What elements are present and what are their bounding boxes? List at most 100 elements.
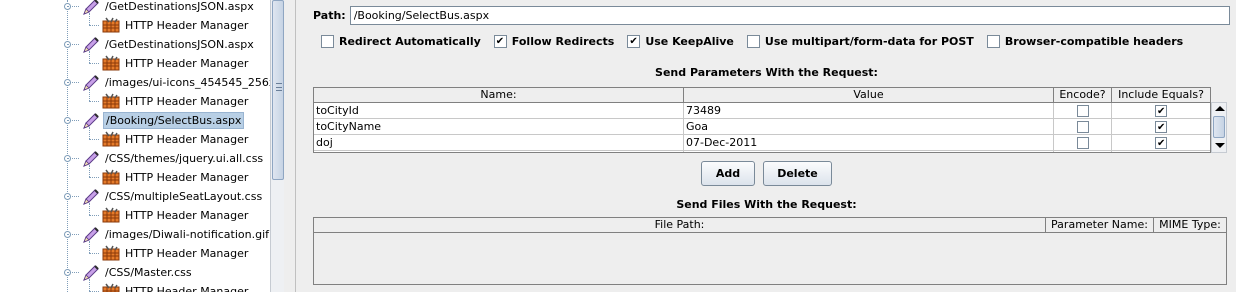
- request-options: Redirect Automatically Follow Redirects …: [321, 35, 1196, 48]
- tree-node-label: /CSS/themes/jquery.ui.all.css: [105, 152, 264, 165]
- browser-compatible-headers-checkbox[interactable]: [986, 35, 1000, 48]
- tree-node-http-request[interactable]: /CSS/multipleSeatLayout.css: [81, 187, 264, 206]
- tree-scrollbar[interactable]: [270, 0, 284, 292]
- sampler-pen-icon: [81, 35, 101, 54]
- scroll-grip-icon: [276, 83, 282, 91]
- tree-guide-line: [89, 51, 90, 63]
- header-manager-icon: [101, 54, 121, 73]
- parameters-scrollbar[interactable]: [1211, 102, 1227, 153]
- tree-node-label: HTTP Header Manager: [125, 133, 249, 146]
- include-equals-checkbox[interactable]: [1155, 120, 1167, 133]
- tree-guide-line: [89, 89, 90, 101]
- table-row[interactable]: [314, 151, 1210, 152]
- delete-button[interactable]: Delete: [763, 161, 832, 186]
- tree-guide-line: [89, 127, 90, 139]
- files-section-title: Send Files With the Request:: [676, 198, 857, 211]
- sampler-pen-icon: [81, 149, 101, 168]
- tree-guide-line: [89, 241, 90, 253]
- use-keepalive-checkbox[interactable]: [627, 35, 641, 48]
- param-encode-cell[interactable]: [1054, 103, 1112, 118]
- pane-splitter[interactable]: [284, 0, 296, 292]
- param-value-cell[interactable]: Goa: [684, 119, 1054, 134]
- sampler-pen-icon: [81, 225, 101, 244]
- files-table-header: File Path: Parameter Name: MIME Type:: [314, 218, 1226, 233]
- tree-connector: [67, 272, 79, 273]
- tree-node-header-manager[interactable]: HTTP Header Manager: [101, 54, 250, 73]
- param-include-equals-cell[interactable]: [1112, 103, 1210, 118]
- column-header-file-path[interactable]: File Path:: [314, 218, 1046, 232]
- tree-node-http-request[interactable]: /images/Diwali-notification.gif: [81, 225, 270, 244]
- use-keepalive-label: Use KeepAlive: [645, 35, 734, 48]
- tree-node-http-request[interactable]: /images/ui-icons_454545_256x240: [81, 73, 270, 92]
- tree-node-header-manager[interactable]: HTTP Header Manager: [101, 16, 250, 35]
- param-include-equals-cell[interactable]: [1112, 119, 1210, 134]
- tree-connector: [67, 158, 79, 159]
- column-header-include-equals[interactable]: Include Equals?: [1112, 88, 1210, 102]
- param-value-cell[interactable]: 07-Dec-2011: [684, 135, 1054, 150]
- follow-redirects-checkbox[interactable]: [493, 35, 507, 48]
- table-row[interactable]: doj 07-Dec-2011: [314, 135, 1210, 151]
- tree-node-http-request[interactable]: /Booking/SelectBus.aspx: [81, 111, 245, 130]
- path-input[interactable]: [349, 6, 1230, 25]
- tree-scrollbar-thumb[interactable]: [272, 0, 284, 180]
- scroll-up-arrow-icon[interactable]: [1215, 106, 1225, 111]
- header-manager-icon: [101, 92, 121, 111]
- parameters-table: Name: Value Encode? Include Equals? toCi…: [313, 87, 1211, 153]
- param-name-cell[interactable]: toCityId: [314, 103, 684, 118]
- tree-node-label: HTTP Header Manager: [125, 57, 249, 70]
- use-multipart-checkbox[interactable]: [746, 35, 760, 48]
- param-name-cell[interactable]: doj: [314, 135, 684, 150]
- tree-connector: [67, 6, 79, 7]
- tree-connector: [67, 82, 79, 83]
- column-header-encode[interactable]: Encode?: [1054, 88, 1112, 102]
- encode-checkbox[interactable]: [1076, 120, 1089, 133]
- column-header-name[interactable]: Name:: [314, 88, 684, 102]
- table-row[interactable]: toCityId 73489: [314, 103, 1210, 119]
- tree-node-label: /CSS/Master.css: [105, 266, 192, 279]
- use-multipart-option[interactable]: Use multipart/form-data for POST: [746, 35, 974, 48]
- header-manager-icon: [101, 282, 121, 292]
- tree-node-header-manager[interactable]: HTTP Header Manager: [101, 130, 250, 149]
- include-equals-checkbox[interactable]: [1155, 136, 1167, 149]
- table-row[interactable]: toCityName Goa: [314, 119, 1210, 135]
- tree-node-label: HTTP Header Manager: [125, 209, 249, 222]
- param-name-cell[interactable]: toCityName: [314, 119, 684, 134]
- param-include-equals-cell[interactable]: [1112, 135, 1210, 150]
- add-button[interactable]: Add: [701, 161, 755, 186]
- tree-connector: [67, 44, 79, 45]
- param-encode-cell[interactable]: [1054, 135, 1112, 150]
- include-equals-checkbox[interactable]: [1155, 104, 1167, 117]
- encode-checkbox[interactable]: [1076, 104, 1089, 117]
- sampler-pen-icon: [81, 187, 101, 206]
- tree-node-header-manager[interactable]: HTTP Header Manager: [101, 168, 250, 187]
- redirect-automatically-checkbox[interactable]: [321, 35, 334, 48]
- param-value-cell[interactable]: 73489: [684, 103, 1054, 118]
- browser-compatible-headers-option[interactable]: Browser-compatible headers: [986, 35, 1183, 48]
- tree-node-label: HTTP Header Manager: [125, 285, 249, 292]
- tree-node-http-request[interactable]: /CSS/Master.css: [81, 263, 194, 282]
- tree-node-label: HTTP Header Manager: [125, 171, 249, 184]
- tree-node-http-request[interactable]: /GetDestinationsJSON.aspx: [81, 0, 256, 16]
- tree-node-header-manager[interactable]: HTTP Header Manager: [101, 206, 250, 225]
- column-header-mime-type[interactable]: MIME Type:: [1154, 218, 1226, 232]
- path-row: Path:: [313, 6, 1230, 25]
- tree-node-http-request[interactable]: /GetDestinationsJSON.aspx: [81, 35, 256, 54]
- tree-connector: [89, 215, 99, 216]
- encode-checkbox[interactable]: [1076, 136, 1089, 149]
- tree-node-http-request[interactable]: /CSS/themes/jquery.ui.all.css: [81, 149, 265, 168]
- column-header-value[interactable]: Value: [684, 88, 1054, 102]
- tree-node-header-manager[interactable]: HTTP Header Manager: [101, 244, 250, 263]
- follow-redirects-option[interactable]: Follow Redirects: [493, 35, 615, 48]
- tree-node-header-manager[interactable]: HTTP Header Manager: [101, 282, 250, 292]
- param-encode-cell[interactable]: [1054, 119, 1112, 134]
- test-plan-tree[interactable]: /GetDestinationsJSON.aspx HTTP Header Man…: [0, 0, 270, 292]
- redirect-automatically-option[interactable]: Redirect Automatically: [321, 35, 481, 48]
- tree-node-label: /CSS/multipleSeatLayout.css: [105, 190, 263, 203]
- scroll-down-arrow-icon[interactable]: [1215, 143, 1225, 148]
- parameters-table-header: Name: Value Encode? Include Equals?: [314, 88, 1210, 103]
- follow-redirects-label: Follow Redirects: [511, 35, 615, 48]
- parameters-scrollbar-thumb[interactable]: [1213, 116, 1225, 138]
- use-keepalive-option[interactable]: Use KeepAlive: [627, 35, 734, 48]
- tree-node-header-manager[interactable]: HTTP Header Manager: [101, 92, 250, 111]
- column-header-parameter-name[interactable]: Parameter Name:: [1046, 218, 1154, 232]
